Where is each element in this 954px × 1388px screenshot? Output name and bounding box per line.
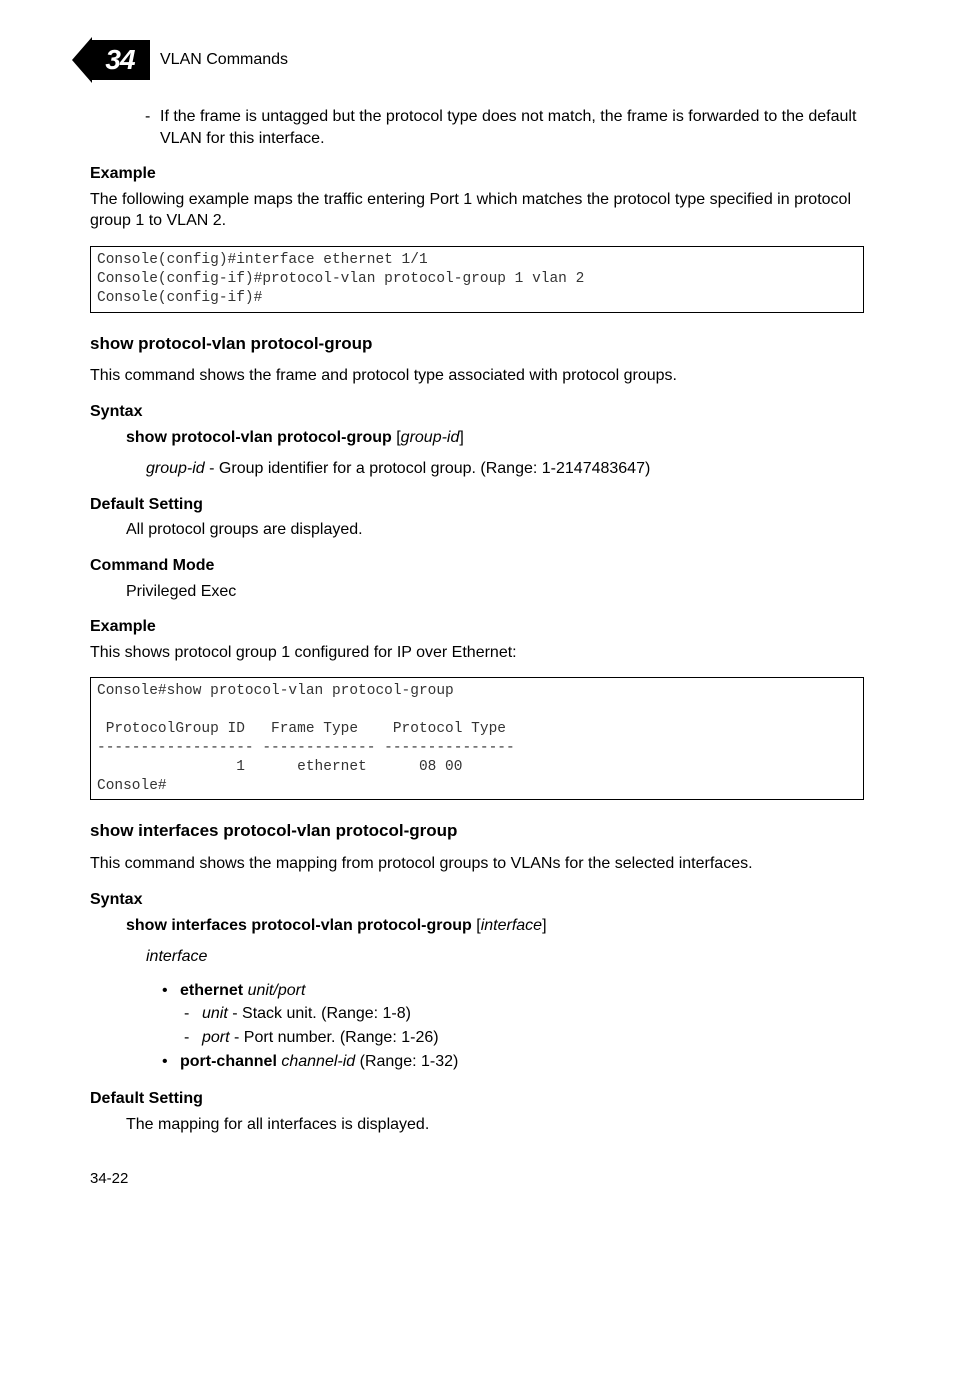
port-desc: - Port number. (Range: 1-26) [230, 1029, 439, 1046]
sec1-mode-text: Privileged Exec [90, 581, 864, 603]
bullet-icon: • [162, 980, 168, 1002]
page-header: 34 VLAN Commands [90, 40, 864, 80]
sec1-syntax-line: show protocol-vlan protocol-group [group… [90, 427, 864, 449]
sec2-default-heading: Default Setting [90, 1088, 864, 1110]
sec2-pc-line: • port-channel channel-id (Range: 1-32) [180, 1051, 864, 1073]
intro-bullet-text: If the frame is untagged but the protoco… [160, 108, 856, 147]
sec1-example-text: This shows protocol group 1 configured f… [90, 642, 864, 664]
pc-desc: (Range: 1-32) [355, 1053, 458, 1070]
sec1-example-heading: Example [90, 616, 864, 638]
pc-arg: channel-id [281, 1053, 355, 1070]
example1-heading: Example [90, 163, 864, 185]
example1-text: The following example maps the traffic e… [90, 189, 864, 232]
sec2-option-list: • ethernet unit/port - unit - Stack unit… [90, 980, 864, 1072]
dash-icon: - [145, 106, 150, 128]
unit-desc: - Stack unit. (Range: 1-8) [228, 1005, 411, 1022]
eth-label: ethernet [180, 982, 243, 999]
sec2-eth-line: • ethernet unit/port [180, 980, 864, 1002]
sec2-title: show interfaces protocol-vlan protocol-g… [90, 820, 864, 843]
sec2-interface-label: interface [90, 946, 864, 968]
dash-icon: - [184, 1027, 189, 1049]
page-number: 34-22 [90, 1169, 864, 1189]
sec1-arg-desc: - Group identifier for a protocol group.… [205, 460, 651, 477]
chapter-badge: 34 [90, 40, 150, 80]
bullet-icon: • [162, 1051, 168, 1073]
pc-label: port-channel [180, 1053, 277, 1070]
sec1-desc: This command shows the frame and protoco… [90, 365, 864, 387]
intro-bullet: - If the frame is untagged but the proto… [90, 106, 864, 149]
sec2-unit-line: - unit - Stack unit. (Range: 1-8) [180, 1003, 864, 1025]
dash-icon: - [184, 1003, 189, 1025]
sec1-syntax-argdesc: group-id - Group identifier for a protoc… [90, 458, 864, 480]
sec1-code: Console#show protocol-vlan protocol-grou… [90, 677, 864, 800]
sec1-title: show protocol-vlan protocol-group [90, 333, 864, 356]
unit-label: unit [202, 1005, 228, 1022]
sec2-syntax-cmd: show interfaces protocol-vlan protocol-g… [126, 917, 472, 934]
sec1-arg-label: group-id [146, 460, 205, 477]
port-label: port [202, 1029, 230, 1046]
sec1-syntax-arg: group-id [401, 429, 460, 446]
sec1-default-text: All protocol groups are displayed. [90, 519, 864, 541]
sec2-default-text: The mapping for all interfaces is displa… [90, 1114, 864, 1136]
sec2-port-line: - port - Port number. (Range: 1-26) [180, 1027, 864, 1049]
sec1-syntax-cmd: show protocol-vlan protocol-group [126, 429, 392, 446]
example1-code: Console(config)#interface ethernet 1/1 C… [90, 246, 864, 313]
eth-arg2: port [278, 982, 306, 999]
sec1-default-heading: Default Setting [90, 494, 864, 516]
sec2-syntax-line: show interfaces protocol-vlan protocol-g… [90, 915, 864, 937]
sec2-syntax-arg: interface [481, 917, 542, 934]
chapter-title: VLAN Commands [160, 49, 288, 71]
sec2-syntax-heading: Syntax [90, 889, 864, 911]
bracket-close2: ] [542, 917, 546, 934]
bracket-close: ] [459, 429, 463, 446]
sec1-syntax-heading: Syntax [90, 401, 864, 423]
chapter-number: 34 [105, 41, 134, 79]
eth-arg1: unit [248, 982, 274, 999]
sec1-mode-heading: Command Mode [90, 555, 864, 577]
sec2-desc: This command shows the mapping from prot… [90, 853, 864, 875]
